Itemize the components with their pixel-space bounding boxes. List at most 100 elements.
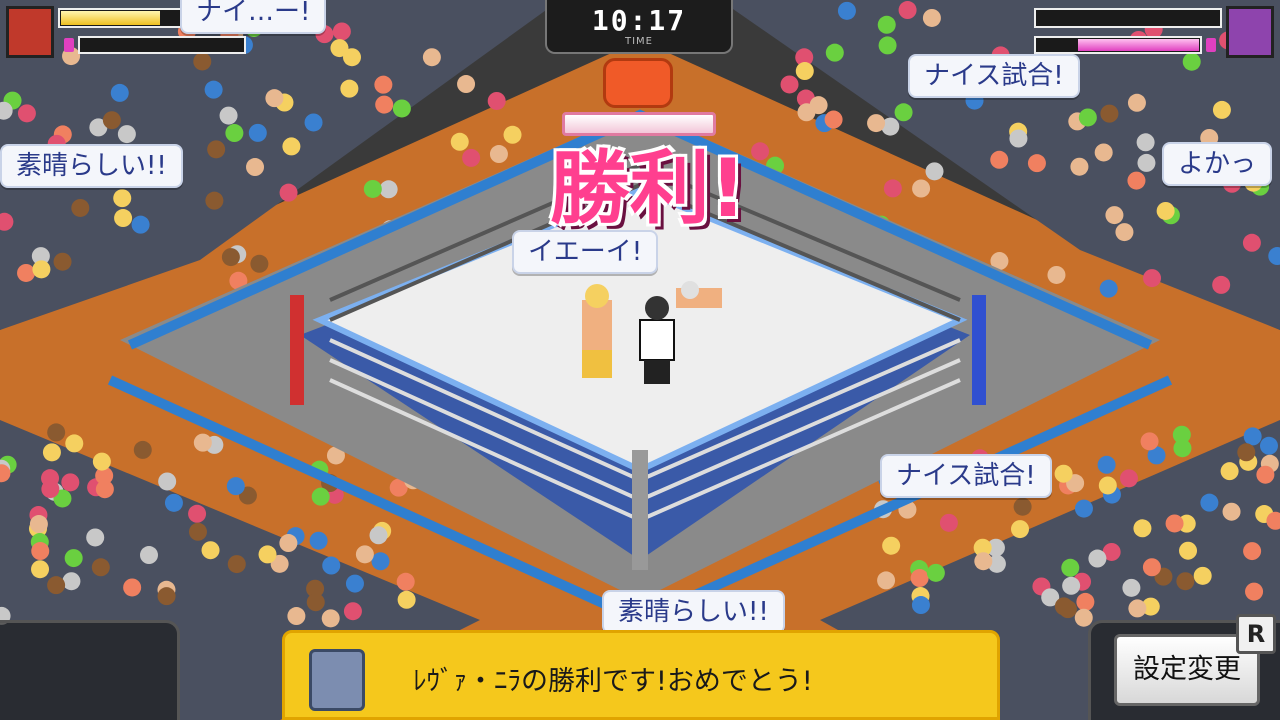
spectator	[123, 578, 142, 597]
spectator	[882, 536, 901, 555]
player-right-portrait	[1226, 6, 1274, 58]
spectator	[246, 158, 265, 177]
spectator	[894, 103, 913, 122]
spectator	[42, 443, 61, 462]
spectator	[342, 48, 361, 67]
player-right-hud	[1034, 6, 1274, 58]
spectator	[1173, 439, 1192, 458]
spectator	[878, 36, 897, 55]
team-badge-icon	[603, 58, 673, 108]
spectator	[1259, 436, 1278, 455]
spectator	[279, 183, 298, 202]
spectator	[113, 189, 132, 208]
spectator	[780, 75, 799, 94]
spectator	[1098, 476, 1117, 495]
spectator	[910, 569, 929, 588]
spectator	[61, 473, 80, 492]
spectator	[1193, 566, 1212, 585]
spectator	[1074, 499, 1093, 518]
spectator	[248, 123, 267, 142]
r-key-hint: R	[1236, 614, 1276, 654]
announcer-message-box: ﾚｳﾞｧ・ﾆﾗの勝利です!おめでとう!	[282, 630, 1000, 720]
spectator	[282, 137, 301, 156]
spectator	[71, 198, 90, 217]
spectator	[188, 522, 207, 541]
spectator	[911, 596, 930, 615]
spectator	[1127, 93, 1146, 112]
spectator	[1119, 469, 1138, 488]
corner-frame-left	[0, 620, 180, 720]
referee	[639, 296, 675, 384]
spectator	[131, 215, 150, 234]
spectator	[1061, 558, 1080, 577]
spectator	[1122, 578, 1141, 597]
spectator	[974, 552, 993, 571]
spectator	[1010, 520, 1029, 539]
spectator	[1136, 133, 1155, 152]
spectator	[1088, 549, 1107, 568]
spectator	[1133, 519, 1152, 538]
potion-icon	[1206, 38, 1216, 52]
spectator	[1062, 576, 1081, 595]
spectator	[47, 423, 66, 442]
spectator	[188, 504, 207, 523]
spectator	[1237, 443, 1256, 462]
spectator	[877, 571, 896, 590]
spectator	[340, 79, 359, 98]
spectator	[1027, 154, 1046, 173]
spectator	[279, 534, 298, 553]
spectator	[17, 263, 36, 282]
spectator	[1054, 464, 1073, 483]
spectator	[867, 114, 886, 133]
player-left-portrait	[6, 6, 54, 58]
spectator	[205, 191, 224, 210]
player-right-hp-bar	[1034, 8, 1222, 28]
spectator	[345, 574, 364, 593]
spectator	[1013, 497, 1032, 516]
spectator	[1165, 514, 1184, 533]
spectator	[450, 132, 469, 151]
spectator	[265, 89, 284, 108]
spectator	[133, 440, 152, 459]
spectator	[369, 526, 388, 545]
spectator	[201, 541, 220, 560]
spectator	[363, 179, 382, 198]
spectator	[29, 515, 48, 534]
spectator	[250, 254, 269, 273]
spectator	[925, 162, 944, 181]
announcer-message: ﾚｳﾞｧ・ﾆﾗの勝利です!おめでとう!	[413, 666, 813, 697]
timer-label: TIME	[624, 36, 653, 47]
spectator	[117, 125, 136, 144]
spectator	[86, 528, 105, 547]
spectator	[287, 607, 306, 626]
crowd-bubble-top-right: ナイス試合!	[908, 54, 1080, 98]
spectator	[379, 180, 398, 199]
spectator	[396, 572, 415, 591]
spectator	[392, 99, 411, 118]
spectator	[1243, 542, 1262, 561]
spectator	[332, 22, 351, 41]
spectator	[91, 558, 110, 577]
spectator	[1176, 572, 1195, 591]
crowd-bubble-bottom: 素晴らしい!!	[602, 590, 785, 634]
crowd-bubble-left: 素晴らしい!!	[0, 144, 183, 188]
crowd-bubble-lower-right: ナイス試合!	[880, 454, 1052, 498]
spectator	[809, 96, 828, 115]
spectator	[62, 572, 81, 591]
spectator	[371, 552, 390, 571]
spectator	[1070, 157, 1089, 176]
spectator	[1212, 100, 1231, 119]
spectator	[158, 472, 177, 491]
spectator	[1099, 279, 1118, 298]
player-left-sp-bar	[78, 36, 246, 54]
spectator	[1100, 104, 1119, 123]
spectator	[1179, 541, 1198, 560]
spectator	[1105, 206, 1124, 225]
spectator	[1220, 462, 1239, 481]
spectator	[258, 545, 277, 564]
spectator	[1200, 493, 1219, 512]
crowd-bubble-top-left: ナイ…ー!	[180, 0, 327, 34]
spectator	[912, 179, 931, 198]
spectator	[422, 48, 441, 67]
spectator	[1115, 223, 1134, 242]
